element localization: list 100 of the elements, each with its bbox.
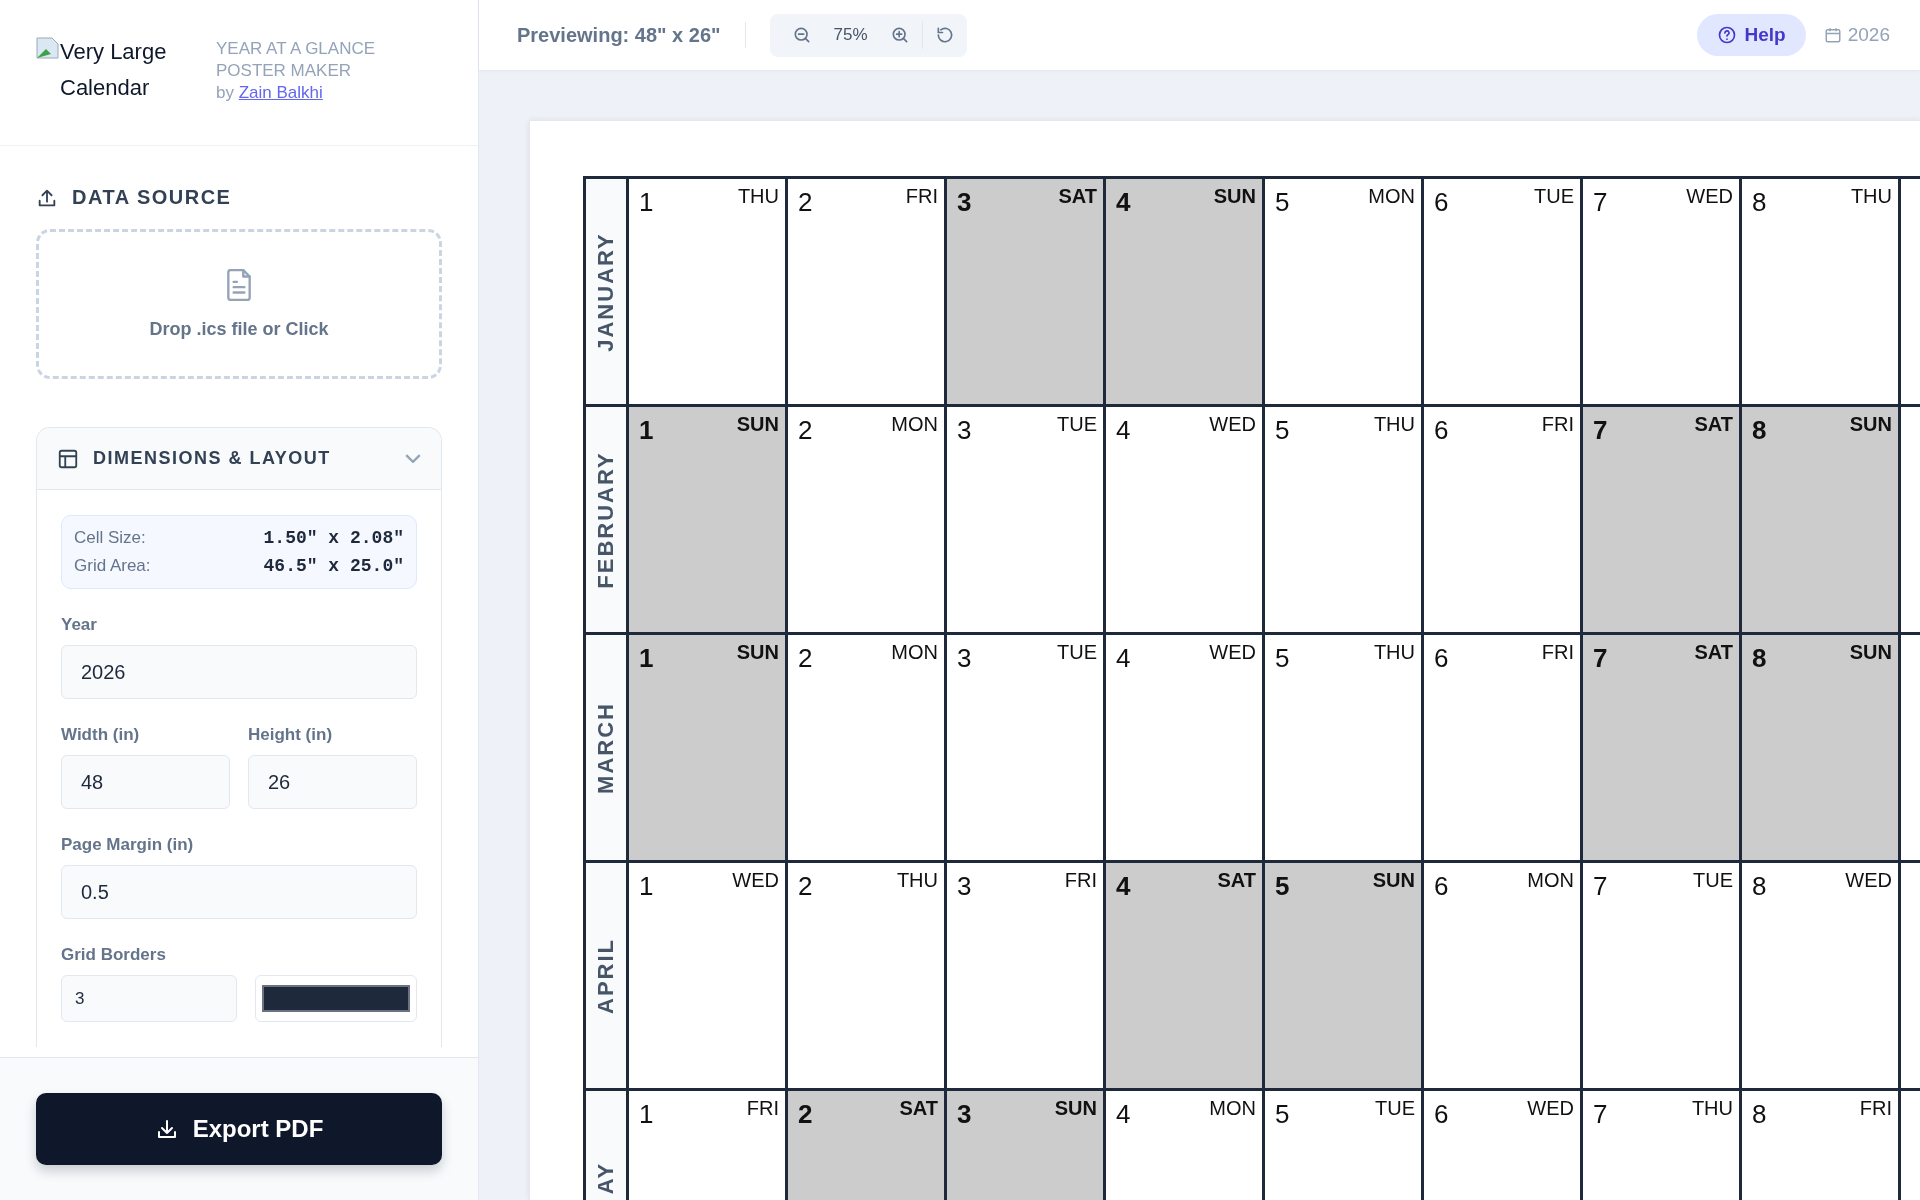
year-text: 2026 (1847, 24, 1890, 46)
day-number: 4 (1116, 187, 1131, 218)
weekday-label: MON (891, 413, 938, 436)
weekday-label: SAT (1217, 869, 1256, 892)
day-number: 8 (1752, 1099, 1767, 1130)
info-label: Cell Size: (74, 528, 146, 548)
day-number: 8 (1752, 187, 1767, 218)
info-value: 46.5" x 25.0" (263, 556, 404, 576)
day-number: 3 (957, 871, 972, 902)
weekday-label: FRI (1859, 1097, 1892, 1120)
weekday-label: SUN (1849, 413, 1892, 436)
day-number: 6 (1434, 643, 1449, 674)
day-number: 2 (798, 415, 813, 446)
zoom-level: 75% (833, 25, 868, 45)
day-number: 7 (1593, 1099, 1608, 1130)
logo-alt-text: Very Large Calendar (60, 38, 168, 102)
weekday-label: SUN (1849, 641, 1892, 664)
day-number: 7 (1593, 871, 1608, 902)
day-number: 2 (798, 187, 813, 218)
day-number: 8 (1752, 643, 1767, 674)
weekday-label: WED (1686, 185, 1733, 208)
field-label: Year (61, 615, 98, 635)
info-value: 1.50" x 2.08" (263, 528, 404, 548)
day-number: 3 (957, 643, 972, 674)
weekday-label: MON (891, 641, 938, 664)
weekday-label: THU (737, 185, 779, 208)
day-number: 6 (1434, 187, 1449, 218)
help-button[interactable]: Help (1696, 14, 1806, 56)
byline-text: by (216, 83, 234, 102)
day-number: 8 (1752, 415, 1767, 446)
day-number: 2 (798, 643, 813, 674)
month-name: MARCH (593, 701, 619, 794)
file-dropzone[interactable]: Drop .ics file or Click (36, 229, 442, 379)
day-number: 7 (1593, 415, 1608, 446)
day-number: 1 (639, 871, 654, 902)
weekday-label: TUE (1057, 641, 1097, 664)
day-number: 3 (957, 187, 972, 218)
author-link[interactable]: Zain Balkhi (238, 83, 323, 102)
day-number: 8 (1752, 871, 1767, 902)
field-label: Grid Borders (61, 945, 167, 965)
weekday-label: SAT (899, 1097, 938, 1120)
document-icon (226, 268, 252, 301)
weekday-label: MON (1368, 185, 1415, 208)
day-number: 1 (639, 643, 654, 674)
weekday-label: THU (1850, 185, 1892, 208)
color-picker[interactable] (255, 975, 417, 1022)
day-number: 1 (639, 1099, 654, 1130)
weekday-label: FRI (1064, 869, 1097, 892)
weekday-label: SAT (1694, 641, 1733, 664)
weekday-label: FRI (1541, 413, 1574, 436)
day-number: 4 (1116, 643, 1131, 674)
weekday-label: SAT (1694, 413, 1733, 436)
weekday-label: TUE (1693, 869, 1733, 892)
broken-image-icon (36, 37, 60, 61)
weekday-label: SAT (1058, 185, 1097, 208)
day-number: 1 (639, 415, 654, 446)
weekday-label: MON (1209, 1097, 1256, 1120)
day-number: 4 (1116, 1099, 1131, 1130)
help-icon (1716, 25, 1737, 45)
border-width-field[interactable]: 3 (61, 975, 237, 1022)
calendar-icon (1823, 26, 1842, 44)
margin-field[interactable]: 0.5 (61, 865, 417, 919)
panel-title: DIMENSIONS & LAYOUT (93, 448, 332, 469)
day-number: 1 (639, 187, 654, 218)
day-number: 6 (1434, 415, 1449, 446)
weekday-label: WED (1845, 869, 1892, 892)
panel-header[interactable]: DIMENSIONS & LAYOUT (37, 428, 441, 490)
weekday-label: THU (1373, 641, 1415, 664)
width-field[interactable]: 48 (61, 755, 230, 809)
height-field[interactable]: 26 (248, 755, 417, 809)
month-name: AY (593, 1161, 619, 1195)
day-number: 4 (1116, 415, 1131, 446)
weekday-label: THU (1691, 1097, 1733, 1120)
field-label: Width (in) (61, 725, 141, 745)
weekday-label: MON (1527, 869, 1574, 892)
field-label: Page Margin (in) (61, 835, 195, 855)
weekday-label: FRI (746, 1097, 779, 1120)
weekday-label: TUE (1375, 1097, 1415, 1120)
month-name: JANUARY (593, 231, 619, 352)
weekday-label: SUN (1372, 869, 1415, 892)
month-name: APRIL (593, 937, 619, 1014)
weekday-label: WED (1209, 641, 1256, 664)
preview-size-text: Previewing: 48" x 26" (517, 23, 721, 47)
day-number: 3 (957, 415, 972, 446)
weekday-label: THU (1373, 413, 1415, 436)
day-number: 7 (1593, 643, 1608, 674)
weekday-label: TUE (1534, 185, 1574, 208)
weekday-label: FRI (905, 185, 938, 208)
day-number: 2 (798, 871, 813, 902)
weekday-label: THU (896, 869, 938, 892)
year-field[interactable]: 2026 (61, 645, 417, 699)
day-number: 5 (1275, 1099, 1290, 1130)
day-number: 5 (1275, 871, 1290, 902)
day-number: 6 (1434, 871, 1449, 902)
weekday-label: WED (732, 869, 779, 892)
export-button[interactable]: Export PDF (36, 1093, 442, 1165)
weekday-label: WED (1209, 413, 1256, 436)
weekday-label: SUN (1213, 185, 1256, 208)
layout-icon (57, 447, 79, 470)
day-number: 4 (1116, 871, 1131, 902)
